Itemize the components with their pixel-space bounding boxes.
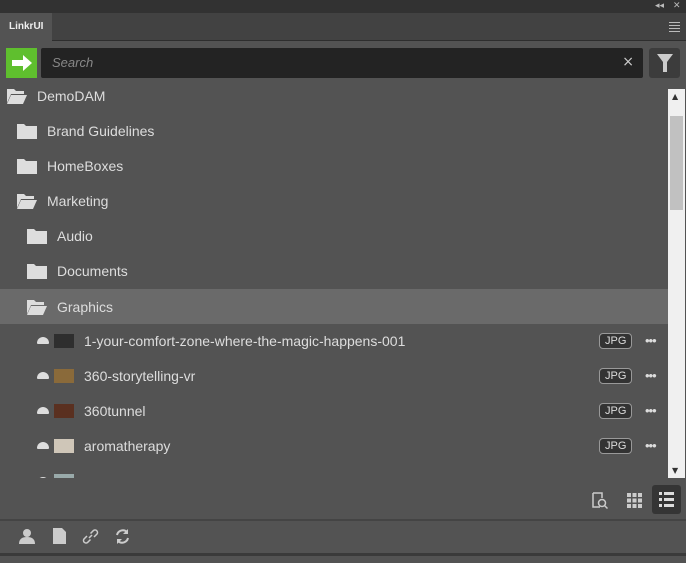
- tree-item-graphics[interactable]: Graphics: [0, 289, 668, 324]
- tree-item-audio[interactable]: Audio: [0, 218, 668, 253]
- folder-icon: [27, 228, 47, 244]
- close-icon[interactable]: ✕: [673, 0, 681, 13]
- divider: [0, 519, 686, 521]
- folder-icon: [27, 263, 47, 279]
- file-type-badge: JPG: [599, 332, 633, 349]
- asset-row[interactable]: 360tunnel JPG •••: [0, 393, 668, 428]
- folder-icon: [17, 123, 37, 139]
- document-icon[interactable]: [53, 528, 66, 544]
- filter-icon: [656, 54, 673, 72]
- asset-row[interactable]: 360-storytelling-vr JPG •••: [0, 358, 668, 393]
- vertical-scrollbar[interactable]: ▲ ▼: [668, 89, 685, 478]
- cloud-icon: [37, 337, 49, 344]
- go-arrow-button[interactable]: [6, 48, 37, 78]
- folder-open-icon: [27, 299, 47, 315]
- panel-title-bar: ◂◂ ✕: [0, 0, 686, 13]
- clear-search-icon[interactable]: ×: [622, 54, 634, 70]
- cloud-icon: [37, 477, 49, 478]
- tree-item-homeboxes[interactable]: HomeBoxes: [0, 148, 668, 183]
- asset-thumbnail: [54, 333, 74, 348]
- more-options-icon[interactable]: •••: [645, 438, 657, 453]
- resize-grip[interactable]: [0, 553, 686, 556]
- grid-view-button[interactable]: [620, 486, 648, 514]
- arrow-right-icon: [11, 55, 32, 71]
- user-icon[interactable]: [19, 528, 35, 544]
- asset-row[interactable]: 1-your-comfort-zone-where-the-magic-happ…: [0, 323, 668, 358]
- asset-thumbnail: [54, 473, 74, 478]
- asset-thumbnail: [54, 368, 74, 383]
- file-type-badge: JPG: [599, 437, 633, 454]
- double-chevron-left-icon[interactable]: ◂◂: [655, 0, 664, 13]
- search-input[interactable]: [41, 48, 601, 77]
- file-type-badge: JPG: [599, 402, 633, 419]
- folder-icon: [17, 158, 37, 174]
- refresh-icon[interactable]: [114, 528, 131, 545]
- preview-button[interactable]: [586, 486, 614, 514]
- more-options-icon[interactable]: •••: [645, 403, 657, 418]
- tab-bar: LinkrUI: [0, 13, 686, 41]
- search-field[interactable]: ×: [41, 48, 643, 78]
- tab-linkrui[interactable]: LinkrUI: [0, 13, 52, 41]
- search-document-icon: [592, 491, 608, 509]
- cloud-icon: [37, 372, 49, 379]
- tree-item-brand-guidelines[interactable]: Brand Guidelines: [0, 113, 668, 148]
- asset-thumbnail: [54, 403, 74, 418]
- cloud-icon: [37, 407, 49, 414]
- cloud-icon: [37, 442, 49, 449]
- scroll-down-icon[interactable]: ▼: [672, 466, 678, 475]
- list-icon: [659, 492, 674, 507]
- asset-tree: DemoDAM Brand Guidelines HomeBoxes Marke…: [0, 78, 668, 478]
- scrollbar-thumb[interactable]: [670, 116, 683, 210]
- list-view-button[interactable]: [652, 485, 681, 514]
- more-options-icon[interactable]: •••: [645, 333, 657, 348]
- asset-row[interactable]: aromatherapy JPG •••: [0, 428, 668, 463]
- folder-open-icon: [17, 193, 37, 209]
- grid-icon: [626, 492, 642, 508]
- tree-item-demodam[interactable]: DemoDAM: [0, 78, 668, 113]
- file-type-badge: JPG: [599, 367, 633, 384]
- link-icon[interactable]: [82, 528, 99, 545]
- tree-item-documents[interactable]: Documents: [0, 253, 668, 288]
- filter-button[interactable]: [649, 48, 680, 78]
- folder-open-icon: [7, 88, 27, 104]
- panel-menu-icon[interactable]: [669, 22, 680, 34]
- scroll-up-icon[interactable]: ▲: [672, 92, 678, 101]
- tree-item-marketing[interactable]: Marketing: [0, 183, 668, 218]
- asset-row-partial[interactable]: [0, 463, 668, 478]
- more-options-icon[interactable]: •••: [645, 368, 657, 383]
- asset-thumbnail: [54, 438, 74, 453]
